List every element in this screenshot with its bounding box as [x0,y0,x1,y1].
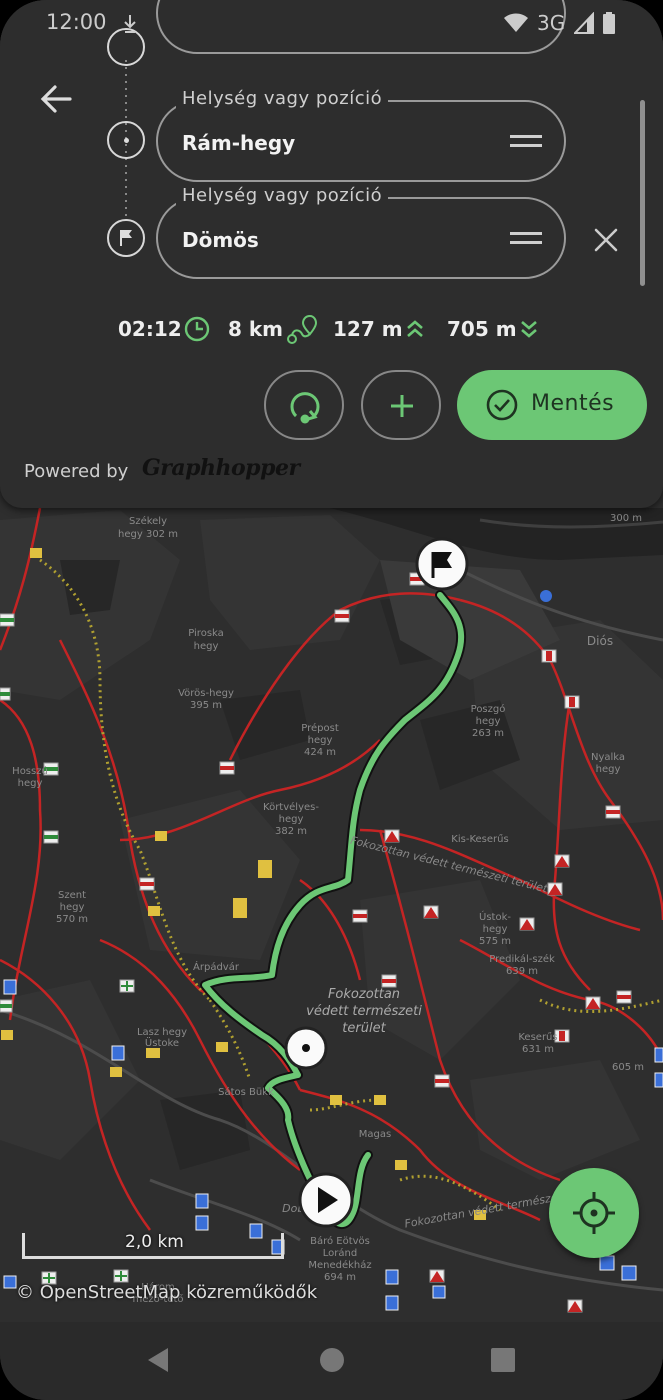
svg-text:Árpádvár: Árpádvár [193,960,240,973]
route-planner-panel: Helység vagy pozíció Rám-hegy Helység va… [0,0,663,508]
svg-text:Szent: Szent [58,890,86,901]
drag-handle-icon[interactable] [510,232,542,244]
waypoint-field-value[interactable]: Dömös [182,228,259,252]
svg-text:631 m: 631 m [522,1044,554,1055]
my-location-button[interactable] [549,1168,639,1258]
svg-text:Sátos Bükk: Sátos Bükk [218,1086,274,1098]
via-point-marker[interactable] [284,1026,328,1070]
add-waypoint-button[interactable] [361,370,441,440]
svg-text:hegy: hegy [279,814,304,825]
descent-value: 705 m [447,317,517,341]
destination-marker[interactable] [415,537,469,591]
scrollbar[interactable] [640,100,645,286]
svg-text:Kis-Keserűs: Kis-Keserűs [451,833,508,845]
waypoint-field-label: Helység vagy pozíció [176,185,389,206]
svg-text:hegy: hegy [476,716,501,727]
graphhopper-logo[interactable]: Graphhopper [142,455,300,481]
svg-text:Lasz hegy: Lasz hegy [137,1027,187,1038]
save-button-label: Mentés [531,391,615,416]
duration-value: 02:12 [118,317,182,341]
recents-nav-icon[interactable] [490,1346,516,1374]
svg-text:hegy: hegy [194,641,219,652]
svg-text:Loránd: Loránd [323,1247,357,1259]
ascent-value: 127 m [333,317,403,341]
svg-text:Körtvélyes-: Körtvélyes- [263,801,319,813]
svg-text:védett természeti: védett természeti [306,1004,422,1019]
back-arrow-icon[interactable] [40,84,72,114]
back-nav-icon[interactable] [146,1346,172,1374]
distance-value: 8 km [228,317,284,341]
ascent-icon [407,320,423,337]
svg-text:605 m: 605 m [612,1062,644,1073]
svg-text:300 m: 300 m [610,513,642,524]
svg-text:Üstoke: Üstoke [145,1036,179,1049]
plus-icon [391,395,413,417]
flag-icon [107,219,145,257]
svg-text:Piroska: Piroska [188,628,224,639]
svg-text:639 m: 639 m [506,966,538,977]
drag-handle-icon[interactable] [510,135,542,147]
svg-text:263 m: 263 m [472,728,504,739]
close-icon[interactable] [592,226,620,254]
crosshair-icon [573,1192,615,1234]
powered-by-label: Powered by [24,461,129,482]
svg-text:Keserűs: Keserűs [518,1031,557,1043]
svg-text:Székely: Székely [129,515,167,527]
navigation-bar [0,1322,663,1400]
svg-text:Menedékház: Menedékház [308,1259,371,1271]
waypoint-field-destination[interactable]: Helység vagy pozíció Dömös [156,185,566,279]
svg-text:Prépost: Prépost [301,722,339,734]
svg-text:382 m: 382 m [275,826,307,837]
svg-text:Magas: Magas [359,1129,391,1140]
map-scale-bar: 2,0 km [22,1232,284,1259]
download-icon [124,15,136,33]
map-attribution[interactable]: © OpenStreetMap közreműködők [16,1282,317,1303]
svg-text:694 m: 694 m [324,1272,356,1283]
svg-text:Hosszú: Hosszú [12,765,48,777]
route-icon [287,314,318,344]
status-time: 12:00 [46,10,107,34]
svg-text:hegy 302 m: hegy 302 m [118,529,178,540]
network-type: 3G [537,11,566,35]
save-button[interactable]: Mentés [457,370,647,440]
svg-text:Nyalka: Nyalka [591,752,625,763]
wifi-icon [504,13,528,32]
svg-text:Fokozottan: Fokozottan [328,987,400,1002]
route-stats: 02:12 8 km 127 m 705 m [0,312,663,346]
scale-label: 2,0 km [125,1232,184,1252]
signal-icon [574,12,594,34]
check-circle-icon [486,389,518,421]
svg-text:Poszgó: Poszgó [471,703,506,715]
svg-text:Predikál-szék: Predikál-szék [489,953,555,965]
svg-text:hegy: hegy [596,764,621,775]
svg-text:hegy: hegy [60,902,85,913]
phone-screen: Székely hegy 302 m Piroska hegy Vörös-hegy… [0,0,663,1400]
round-trip-button[interactable] [264,370,344,440]
waypoint-field-label: Helység vagy pozíció [176,88,389,109]
descent-icon [521,321,537,338]
svg-text:570 m: 570 m [56,914,88,925]
via-point-icon [107,121,145,159]
svg-text:Báró Eötvös: Báró Eötvös [310,1235,370,1247]
svg-text:395 m: 395 m [190,700,222,711]
svg-text:hegy: hegy [483,924,508,935]
home-nav-icon[interactable] [318,1346,346,1374]
svg-text:Diós: Diós [587,634,613,648]
start-marker[interactable] [298,1172,354,1228]
battery-icon [603,12,615,34]
svg-text:575 m: 575 m [479,936,511,947]
status-bar: 12:00 3G [0,0,663,48]
waypoint-field-via[interactable]: Helység vagy pozíció Rám-hegy [156,88,566,182]
svg-text:Vörös-hegy: Vörös-hegy [178,688,234,699]
svg-text:hegy: hegy [18,778,43,789]
svg-text:424 m: 424 m [304,747,336,758]
svg-text:terület: terület [342,1021,386,1036]
waypoint-field-value[interactable]: Rám-hegy [182,131,295,155]
round-trip-icon [290,392,320,424]
svg-text:hegy: hegy [308,735,333,746]
svg-text:Ústok-: Ústok- [479,910,511,923]
clock-icon [184,316,210,342]
